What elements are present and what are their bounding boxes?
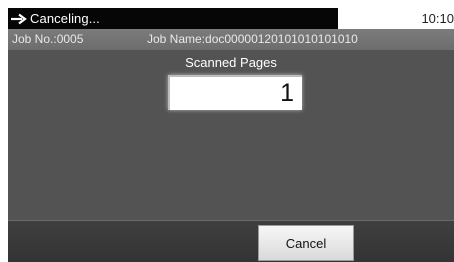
operation-panel: Canceling... 10:10 Job No.:0005 Job Name…: [8, 8, 454, 262]
cancel-button[interactable]: Cancel: [258, 225, 354, 261]
right-arrow-icon: [11, 13, 27, 24]
job-info-bar: Job No.:0005 Job Name:doc000001201010101…: [8, 29, 454, 50]
job-name: Job Name:doc00000120101010101010: [147, 32, 358, 46]
clock: 10:10: [421, 11, 454, 26]
action-bar: Cancel: [8, 220, 454, 262]
scanned-pages-count: 1: [280, 79, 294, 107]
status-text: Canceling...: [30, 11, 100, 26]
job-number: Job No.:0005: [12, 32, 84, 46]
status-bar: Canceling... 10:10: [8, 8, 454, 29]
scanned-pages-display: 1: [168, 75, 302, 110]
scanned-pages-label: Scanned Pages: [185, 55, 277, 70]
status-message-area: Canceling...: [8, 8, 338, 29]
